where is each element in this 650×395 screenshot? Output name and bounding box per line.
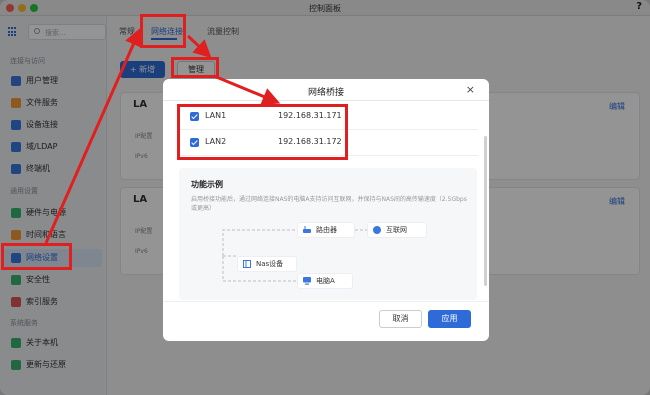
node-internet: 互联网 [367,222,427,238]
node-label: 路由器 [316,226,337,234]
apply-button[interactable]: 应用 [428,310,471,328]
lan-ip: 192.168.31.172 [278,137,342,146]
globe-icon [373,226,381,234]
dialog-footer-divider [163,301,489,302]
computer-icon [303,277,311,285]
node-label: 互联网 [386,226,407,234]
dialog-scrollbar[interactable] [484,136,487,286]
node-label: Nas设备 [256,260,284,268]
node-pc: 电脑A [297,273,353,289]
dialog-title: 网络桥接 [307,88,344,98]
lan-name: LAN2 [205,137,227,146]
feature-example-panel: 功能示例 启用桥接功能后，通过网络连接NAS的电脑A支持访问互联网，并保持与NA… [179,168,477,300]
node-router: 路由器 [297,222,355,238]
nas-icon [243,260,251,268]
node-nas: Nas设备 [237,256,297,272]
lan-row-2[interactable]: LAN2 192.168.31.172 [178,130,478,156]
lan-row-1[interactable]: LAN1 192.168.31.171 [178,104,478,130]
cancel-button[interactable]: 取消 [379,310,422,328]
close-icon[interactable]: × [466,83,475,96]
divider [163,100,489,101]
lan-ip: 192.168.31.171 [278,111,342,120]
network-bridge-dialog: 网络桥接 × LAN1 192.168.31.171 LAN2 192.168.… [163,79,489,341]
node-label: 电脑A [316,277,335,285]
lan2-checkbox[interactable] [190,138,199,147]
router-icon [303,226,311,233]
lan-name: LAN1 [205,111,227,120]
lan1-checkbox[interactable] [190,112,199,121]
